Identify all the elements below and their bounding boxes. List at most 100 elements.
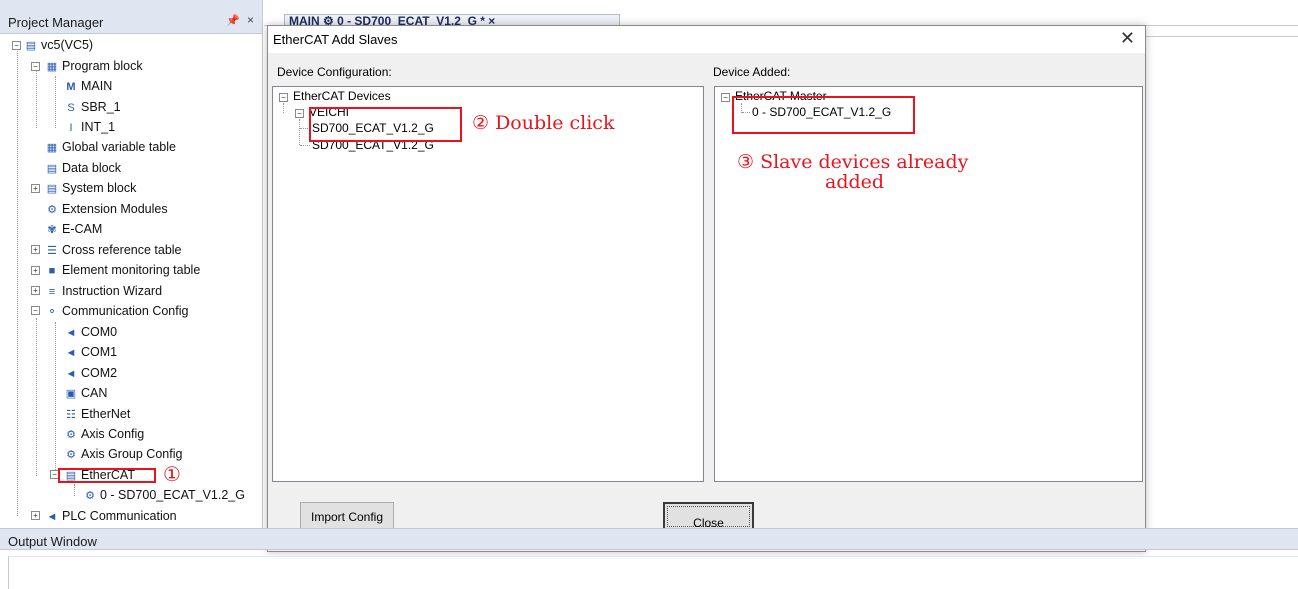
tree-item-system-block[interactable]: ▤ System block xyxy=(45,178,137,198)
annotation-box-3 xyxy=(732,96,915,134)
project-manager-panel: Project Manager 📌 × − − + + + + − − + ▤ v… xyxy=(0,0,263,528)
axis-group-icon: ⚙ xyxy=(66,449,76,461)
port-icon: ◄ xyxy=(65,327,77,339)
tree-label: Communication Config xyxy=(62,304,189,318)
port-icon: ◄ xyxy=(46,511,58,523)
editor-tab-bar: MAIN ⚙ 0 - SD700_ECAT_V1.2_G * × xyxy=(264,0,1298,27)
int-icon: I xyxy=(69,122,73,134)
wizard-icon: ≡ xyxy=(48,286,56,298)
tree-line xyxy=(300,145,310,146)
expand-icon[interactable]: + xyxy=(31,184,40,193)
tree-line xyxy=(55,322,56,476)
tree-label: COM1 xyxy=(81,345,118,359)
tree-item-int[interactable]: I INT_1 xyxy=(64,117,115,137)
collapse-icon[interactable]: − xyxy=(31,306,40,315)
tree-label: PLC Communication xyxy=(62,509,177,523)
project-manager-header: Project Manager 📌 × xyxy=(0,0,262,34)
tree-line xyxy=(55,76,56,128)
collapse-icon[interactable]: − xyxy=(31,62,40,71)
tree-item-comm-config[interactable]: ⚬ Communication Config xyxy=(45,301,188,321)
dialog-title: EtherCAT Add Slaves xyxy=(273,32,398,47)
tree-label: Data block xyxy=(62,161,122,175)
tree-label: COM2 xyxy=(81,366,118,380)
tree-item-axis-group[interactable]: ⚙ Axis Group Config xyxy=(64,444,182,464)
port-icon: ◄ xyxy=(65,368,77,380)
panel-title: Project Manager xyxy=(8,15,104,30)
tree-label: Axis Group Config xyxy=(81,447,183,461)
output-window-body[interactable] xyxy=(8,556,1298,589)
network-icon: ☷ xyxy=(66,409,76,421)
tree-item-slave0[interactable]: ⚙ 0 - SD700_ECAT_V1.2_G xyxy=(83,485,245,505)
collapse-icon[interactable]: − xyxy=(295,109,304,118)
tree-root-ethercat-devices[interactable]: EtherCAT Devices xyxy=(293,89,391,103)
tree-item-extension[interactable]: ⚙ Extension Modules xyxy=(45,199,168,219)
tree-label: Global variable table xyxy=(62,140,176,154)
sbr-icon: S xyxy=(67,102,75,114)
device-added-tree[interactable]: − EtherCAT Master 0 - SD700_ECAT_V1.2_G … xyxy=(714,86,1143,482)
annotation-step-2: ② Double click xyxy=(472,112,615,134)
axis-icon: ⚙ xyxy=(66,429,76,441)
tree-item-ethernet[interactable]: ☷ EtherNet xyxy=(64,404,130,424)
expand-icon[interactable]: + xyxy=(31,266,40,275)
editor-divider xyxy=(1146,36,1298,37)
tree-item-main[interactable]: M MAIN xyxy=(64,76,112,96)
tree-item-program-block[interactable]: ▦ Program block xyxy=(45,56,143,76)
tree-item-com1[interactable]: ◄ COM1 xyxy=(64,342,118,362)
tree-label: Element monitoring table xyxy=(62,263,201,277)
tree-item-instr-wizard[interactable]: ≡ Instruction Wizard xyxy=(45,281,162,301)
expand-icon[interactable]: + xyxy=(31,286,40,295)
cam-icon: ✾ xyxy=(47,224,57,236)
tree-item-data-block[interactable]: ▤ Data block xyxy=(45,158,121,178)
tree-item-plc-comm[interactable]: ◄ PLC Communication xyxy=(45,506,177,526)
gear-icon: ⚙ xyxy=(85,490,95,502)
collapse-icon[interactable]: − xyxy=(12,41,21,50)
dialog-titlebar: EtherCAT Add Slaves ✕ xyxy=(268,26,1145,53)
list-icon: ☰ xyxy=(47,245,57,257)
close-icon[interactable]: ✕ xyxy=(1120,28,1135,49)
tree-item-element-mon[interactable]: ■ Element monitoring table xyxy=(45,260,201,280)
annotation-box-1 xyxy=(58,468,156,483)
tree-label: E-CAM xyxy=(62,222,103,236)
tree-label: Extension Modules xyxy=(62,202,168,216)
tree-item-ecam[interactable]: ✾ E-CAM xyxy=(45,219,102,239)
tree-label: Cross reference table xyxy=(62,243,182,257)
tree-label: INT_1 xyxy=(81,120,116,134)
tree-line xyxy=(283,103,284,113)
annotation-step-3: ③ Slave devices already xyxy=(737,151,969,173)
close-icon[interactable]: × xyxy=(247,13,254,27)
collapse-icon[interactable]: − xyxy=(279,93,288,102)
tree-item-root[interactable]: ▤ vc5(VC5) xyxy=(24,35,93,55)
table-icon: ▦ xyxy=(46,142,58,154)
comm-icon: ⚬ xyxy=(47,306,57,318)
annotation-step-3-cont: added xyxy=(825,171,885,193)
tree-line xyxy=(299,119,300,145)
tree-item-cross-ref[interactable]: ☰ Cross reference table xyxy=(45,240,182,260)
close-button[interactable]: Close xyxy=(663,502,754,531)
tree-item-global-var[interactable]: ▦ Global variable table xyxy=(45,137,176,157)
tree-item-axis-config[interactable]: ⚙ Axis Config xyxy=(64,424,144,444)
expand-icon[interactable]: + xyxy=(31,245,40,254)
annotation-step-1: ① xyxy=(163,462,181,486)
tree-label: Instruction Wizard xyxy=(62,284,163,298)
device-added-label: Device Added: xyxy=(713,65,791,79)
collapse-icon[interactable]: − xyxy=(721,93,730,102)
tree-line xyxy=(36,318,37,476)
expand-icon[interactable]: + xyxy=(31,511,40,520)
tree-item-can[interactable]: ▣ CAN xyxy=(64,383,108,403)
tree-item-com0[interactable]: ◄ COM0 xyxy=(64,322,118,342)
gear-icon: ⚙ xyxy=(47,204,57,216)
tree-item-com2[interactable]: ◄ COM2 xyxy=(64,363,118,383)
tree-line xyxy=(36,68,37,128)
tree-item-sbr[interactable]: S SBR_1 xyxy=(64,97,120,117)
tree-label: 0 - SD700_ECAT_V1.2_G xyxy=(100,488,245,502)
monitor-icon: ■ xyxy=(48,265,56,277)
device-config-label: Device Configuration: xyxy=(277,65,392,79)
tree-label: CAN xyxy=(81,386,108,400)
device-config-tree[interactable]: − EtherCAT Devices − VEICHI SD700_ECAT_V… xyxy=(272,86,704,482)
output-window-title: Output Window xyxy=(8,534,97,549)
system-block-icon: ▤ xyxy=(46,183,58,195)
tree-label: Program block xyxy=(62,59,143,73)
pin-icon[interactable]: 📌 xyxy=(226,14,240,27)
program-block-icon: ▦ xyxy=(46,61,58,73)
main-icon: M xyxy=(66,81,76,93)
